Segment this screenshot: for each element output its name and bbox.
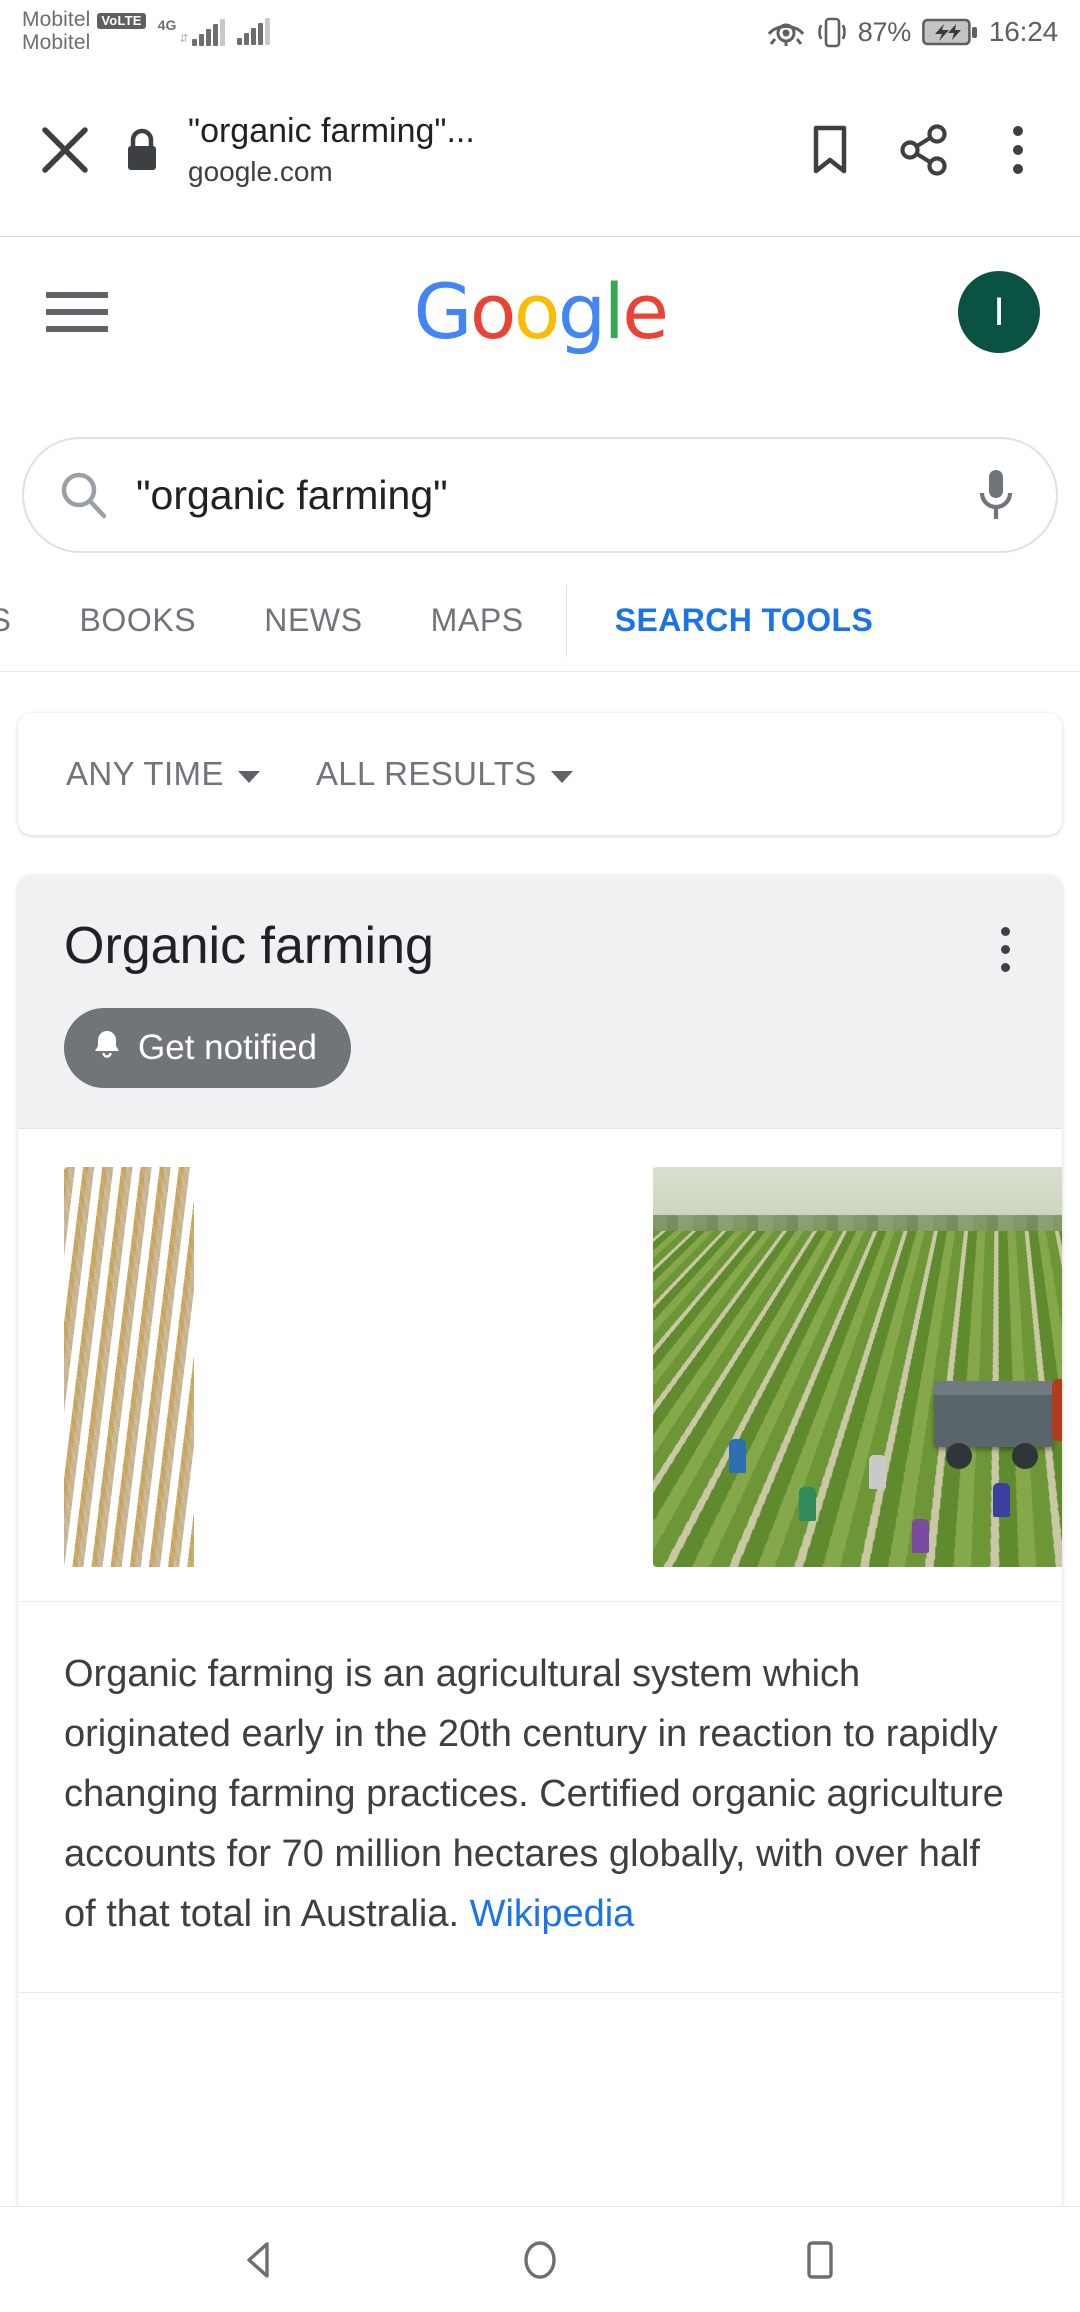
url-block[interactable]: "organic farming"... google.com	[188, 111, 784, 189]
filter-bar: ANY TIME ALL RESULTS	[18, 713, 1062, 835]
recents-nav-icon[interactable]	[760, 2207, 880, 2312]
page-domain: google.com	[188, 156, 333, 188]
vibrate-icon	[817, 15, 847, 49]
knowledge-panel: Organic farming Get notified Organic far…	[18, 875, 1062, 2253]
lock-icon[interactable]	[110, 111, 174, 189]
signal-bars-icon	[191, 19, 225, 46]
logo-letter-l: l	[603, 267, 625, 356]
image-organic-vegetables[interactable]	[64, 1166, 637, 1567]
signal-bars-icon-2	[236, 18, 270, 45]
tab-news[interactable]: NEWS	[230, 602, 396, 639]
browser-toolbar: "organic farming"... google.com	[0, 64, 1080, 237]
tab-maps[interactable]: MAPS	[397, 602, 558, 639]
tab-videos[interactable]: OS	[0, 602, 45, 639]
logo-letter-g2: g	[557, 267, 606, 356]
avatar-initial: I	[993, 289, 1005, 334]
logo-letter-o2: o	[513, 267, 561, 356]
knowledge-panel-description: Organic farming is an agricultural syste…	[18, 1602, 1062, 1993]
bookmark-icon[interactable]	[794, 111, 866, 189]
chevron-down-icon-2	[550, 770, 573, 783]
search-input[interactable]: "organic farming"	[136, 472, 966, 519]
battery-percent-label: 87%	[857, 16, 911, 47]
clock-label: 16:24	[988, 16, 1058, 47]
tab-books[interactable]: BOOKS	[45, 602, 230, 639]
close-icon[interactable]	[26, 111, 104, 189]
google-logo[interactable]: G o o g l e	[413, 267, 669, 356]
get-notified-button[interactable]: Get notified	[64, 1007, 351, 1088]
knowledge-panel-image-strip	[18, 1129, 1062, 1602]
filter-any-time-label: ANY TIME	[66, 755, 224, 792]
microphone-icon[interactable]	[966, 467, 1026, 523]
search-icon	[54, 469, 114, 521]
back-nav-icon[interactable]	[200, 2207, 320, 2312]
tab-search-tools[interactable]: SEARCH TOOLS	[575, 602, 907, 639]
signal-group-primary: 4G ⇵	[158, 18, 225, 46]
knowledge-panel-footer	[18, 1993, 1062, 2079]
carrier-secondary-label: Mobitel	[22, 31, 91, 54]
page-title-heading: Organic farming	[64, 917, 434, 975]
status-bar-right: 87% 16:24	[766, 15, 1058, 49]
logo-letter-o1: o	[469, 267, 517, 356]
filter-all-results[interactable]: ALL RESULTS	[316, 755, 573, 793]
carrier-primary-label: Mobitel	[22, 8, 91, 32]
bell-icon	[92, 1028, 122, 1068]
data-transfer-icon: ⇵	[179, 33, 189, 45]
image-organic-field[interactable]	[653, 1166, 1062, 1567]
logo-letter-e: e	[622, 267, 669, 356]
network-type-label: 4G	[157, 17, 177, 33]
browser-toolbar-actions	[794, 111, 1054, 189]
filter-any-time[interactable]: ANY TIME	[66, 755, 260, 793]
google-header: G o o g l e I	[0, 237, 1080, 387]
avatar[interactable]: I	[958, 271, 1040, 353]
search-tabs: OS BOOKS NEWS MAPS SEARCH TOOLS	[0, 570, 1080, 672]
eye-comfort-icon	[766, 17, 806, 47]
battery-charging-icon	[922, 17, 978, 47]
overflow-menu-icon[interactable]	[982, 111, 1054, 189]
share-icon[interactable]	[888, 111, 960, 189]
knowledge-panel-header: Organic farming Get notified	[18, 875, 1062, 1129]
system-nav-bar	[0, 2206, 1080, 2312]
overflow-menu-icon[interactable]	[1001, 927, 1010, 972]
hamburger-menu-icon[interactable]	[40, 275, 114, 349]
page-title: "organic farming"...	[188, 111, 475, 150]
logo-letter-g1: G	[413, 267, 472, 356]
home-nav-icon[interactable]	[480, 2207, 600, 2312]
tab-divider	[565, 584, 567, 657]
chevron-down-icon	[237, 770, 260, 783]
status-bar: Mobitel VoLTE Mobitel 4G ⇵ 87% 16:24	[0, 0, 1080, 64]
get-notified-label: Get notified	[138, 1028, 317, 1068]
volte-badge: VoLTE	[97, 12, 146, 29]
wikipedia-link[interactable]: Wikipedia	[470, 1893, 635, 1935]
carrier-info: Mobitel VoLTE Mobitel	[22, 9, 146, 54]
search-box[interactable]: "organic farming"	[22, 437, 1058, 553]
filter-all-results-label: ALL RESULTS	[315, 755, 537, 792]
signal-group-secondary	[236, 18, 270, 45]
status-bar-left: Mobitel VoLTE Mobitel 4G ⇵	[22, 9, 270, 54]
